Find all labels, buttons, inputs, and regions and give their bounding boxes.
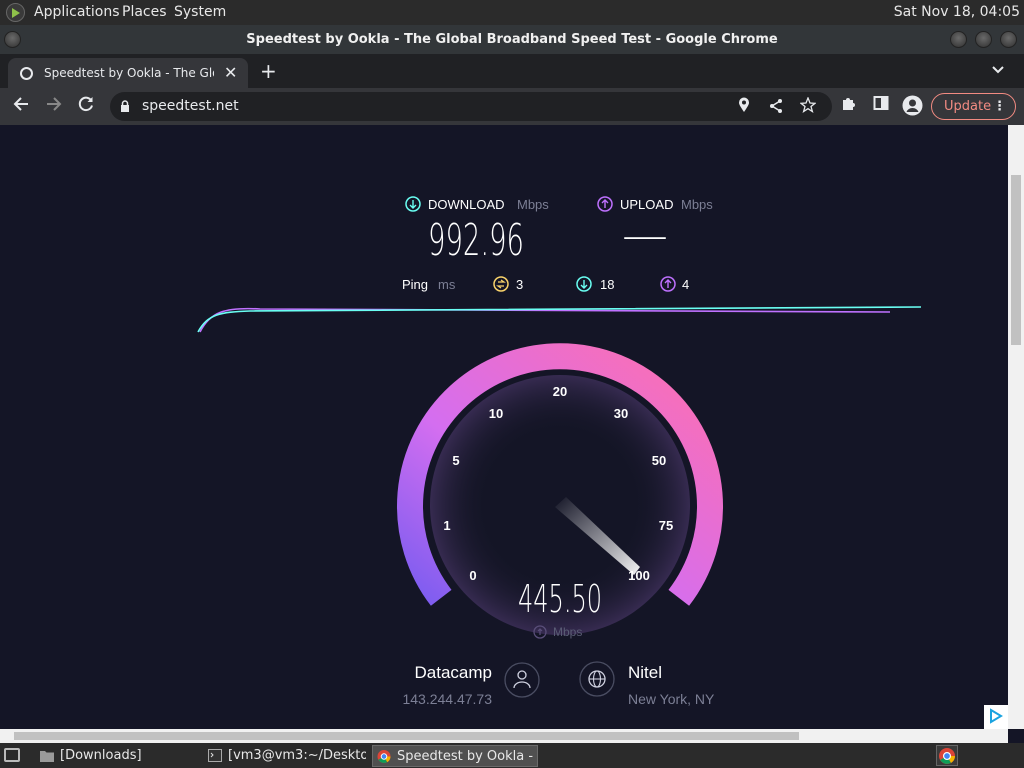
bookmark-star-icon[interactable] bbox=[799, 96, 817, 117]
taskbar: [Downloads] [vm3@vm3:~/Desktop] Speedtes… bbox=[0, 743, 1024, 768]
back-icon[interactable] bbox=[12, 95, 30, 118]
share-icon[interactable] bbox=[768, 98, 784, 118]
location-icon[interactable] bbox=[738, 97, 750, 117]
ping-idle-value: 3 bbox=[516, 277, 523, 292]
taskbar-item-chrome[interactable]: Speedtest by Ookla - The Global Broadban… bbox=[372, 745, 538, 767]
tab-title: Speedtest by Ookla - The Global Broadban… bbox=[44, 66, 214, 80]
reload-icon[interactable] bbox=[77, 95, 95, 118]
window-titlebar[interactable]: Speedtest by Ookla - The Global Broadban… bbox=[0, 25, 1024, 54]
upload-speed-value: — bbox=[622, 223, 668, 251]
gauge-tick-75: 75 bbox=[659, 518, 673, 533]
host-name[interactable]: Datacamp bbox=[415, 663, 492, 682]
extensions-icon[interactable] bbox=[841, 95, 857, 116]
show-desktop-icon[interactable] bbox=[4, 748, 20, 762]
tray-chrome-icon[interactable] bbox=[936, 745, 958, 766]
tab-close-icon[interactable]: ✕ bbox=[224, 63, 237, 82]
host-ip: 143.244.47.73 bbox=[402, 691, 492, 707]
server-name[interactable]: Nitel bbox=[628, 663, 662, 682]
update-button[interactable]: Update ⋮ bbox=[931, 93, 1016, 120]
ping-unit: ms bbox=[438, 277, 456, 292]
gauge-tick-20: 20 bbox=[553, 384, 567, 399]
window-title: Speedtest by Ookla - The Global Broadban… bbox=[246, 32, 778, 47]
url-text[interactable]: speedtest.net bbox=[142, 98, 239, 114]
terminal-icon bbox=[208, 749, 222, 762]
speedtest-page: DOWNLOAD Mbps 992.96 UPLOAD Mbps — Ping … bbox=[0, 125, 1008, 729]
horizontal-scroll-thumb[interactable] bbox=[14, 732, 799, 740]
current-speed-unit: Mbps bbox=[553, 625, 582, 639]
current-speed-value: 445.50 bbox=[518, 577, 602, 621]
ping-download-icon bbox=[576, 276, 592, 292]
upload-icon bbox=[597, 196, 613, 212]
horizontal-scrollbar[interactable] bbox=[0, 729, 1008, 743]
update-label: Update bbox=[944, 99, 992, 114]
browser-toolbar: speedtest.net Update ⋮ bbox=[0, 88, 1024, 125]
gauge-tick-5: 5 bbox=[452, 453, 459, 468]
tab-search-chevron-icon[interactable] bbox=[992, 62, 1004, 78]
taskbar-item-terminal[interactable]: [vm3@vm3:~/Desktop] bbox=[204, 745, 366, 767]
globe-icon[interactable] bbox=[579, 661, 615, 697]
gauge-tick-1: 1 bbox=[443, 518, 450, 533]
ad-choices-icon[interactable] bbox=[984, 705, 1008, 729]
taskbar-item-label: Speedtest by Ookla - The Global Broadban… bbox=[397, 749, 537, 764]
taskbar-item-label: [Downloads] bbox=[60, 748, 142, 763]
window-menu-icon[interactable] bbox=[4, 31, 21, 48]
ping-upload-icon bbox=[660, 276, 676, 292]
minimize-icon[interactable] bbox=[950, 31, 967, 48]
maximize-icon[interactable] bbox=[975, 31, 992, 48]
upload-speed-graph bbox=[199, 307, 891, 333]
ping-upload-value: 4 bbox=[682, 277, 689, 292]
distro-logo-icon[interactable] bbox=[6, 3, 25, 22]
gauge-tick-0: 0 bbox=[469, 568, 476, 583]
taskbar-item-downloads[interactable]: [Downloads] bbox=[36, 745, 196, 767]
chrome-icon bbox=[377, 750, 391, 763]
tab-speedtest[interactable]: Speedtest by Ookla - The Global Broadban… bbox=[8, 58, 248, 88]
menu-places[interactable]: Places bbox=[122, 4, 167, 20]
ping-idle-icon bbox=[493, 276, 509, 292]
gauge-tick-50: 50 bbox=[652, 453, 666, 468]
address-bar[interactable]: speedtest.net bbox=[110, 92, 832, 121]
tab-strip: Speedtest by Ookla - The Global Broadban… bbox=[0, 54, 1024, 88]
menu-applications[interactable]: Applications bbox=[34, 4, 120, 20]
download-label: DOWNLOAD bbox=[428, 197, 505, 212]
menu-system[interactable]: System bbox=[174, 4, 226, 20]
download-unit: Mbps bbox=[517, 197, 549, 212]
download-icon bbox=[405, 196, 421, 212]
system-panel: Applications Places System Sat Nov 18, 0… bbox=[0, 0, 1024, 25]
lock-icon[interactable] bbox=[120, 100, 130, 112]
user-icon[interactable] bbox=[504, 662, 540, 698]
taskbar-item-label: [vm3@vm3:~/Desktop] bbox=[228, 748, 366, 763]
download-speed-value: 992.96 bbox=[428, 215, 524, 266]
speedtest-favicon-icon bbox=[20, 67, 33, 80]
gauge-tick-10: 10 bbox=[489, 406, 503, 421]
side-panel-icon[interactable] bbox=[873, 95, 889, 116]
ping-download-value: 18 bbox=[600, 277, 614, 292]
new-tab-button[interactable]: + bbox=[260, 59, 277, 83]
ping-label: Ping bbox=[402, 277, 428, 292]
forward-icon[interactable] bbox=[45, 95, 63, 118]
chrome-menu-icon[interactable]: ⋮ bbox=[993, 94, 1006, 119]
profile-avatar-icon[interactable] bbox=[902, 95, 923, 121]
vertical-scrollbar[interactable] bbox=[1008, 125, 1024, 729]
gauge-tick-30: 30 bbox=[614, 406, 628, 421]
speedtest-canvas: DOWNLOAD Mbps 992.96 UPLOAD Mbps — Ping … bbox=[197, 196, 1008, 729]
upload-label: UPLOAD bbox=[620, 197, 673, 212]
vertical-scroll-thumb[interactable] bbox=[1011, 175, 1021, 345]
server-location[interactable]: New York, NY bbox=[628, 691, 715, 707]
clock[interactable]: Sat Nov 18, 04:05 bbox=[894, 4, 1020, 20]
close-window-icon[interactable] bbox=[1000, 31, 1017, 48]
upload-unit: Mbps bbox=[681, 197, 713, 212]
folder-icon bbox=[40, 751, 54, 762]
